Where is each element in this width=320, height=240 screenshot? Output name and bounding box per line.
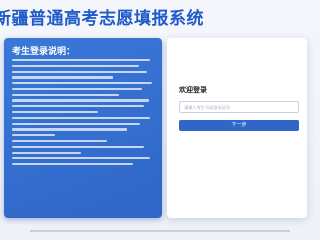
login-card: 欢迎登录 下一步 bbox=[167, 38, 307, 218]
login-title: 欢迎登录 bbox=[179, 86, 207, 94]
login-page: { "header": { "title": "新疆普通高考志愿填报系统" },… bbox=[0, 0, 319, 240]
instructions-text bbox=[12, 59, 156, 169]
exam-id-input[interactable] bbox=[179, 101, 299, 113]
next-button[interactable]: 下一步 bbox=[179, 120, 299, 131]
footer-line bbox=[0, 229, 319, 233]
page-title: 新疆普通高考志愿填报系统 bbox=[0, 9, 204, 29]
login-instructions-panel: 考生登录说明： bbox=[4, 38, 162, 218]
instructions-title: 考生登录说明： bbox=[12, 47, 76, 57]
